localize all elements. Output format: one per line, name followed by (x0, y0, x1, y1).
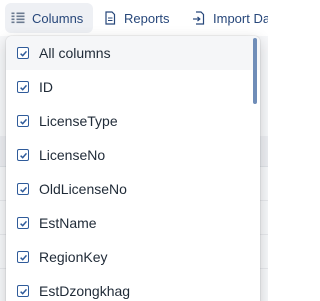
menu-item-label: ID (39, 79, 53, 95)
menu-scrollbar[interactable] (253, 38, 257, 104)
columns-icon (11, 11, 25, 25)
checkbox-checked-icon[interactable] (17, 115, 29, 127)
checkbox-checked-icon[interactable] (17, 183, 29, 195)
menu-item-label: LicenseNo (39, 147, 106, 163)
checkbox-checked-icon[interactable] (17, 217, 29, 229)
menu-item-label: EstName (39, 215, 97, 231)
menu-item-region-key[interactable]: RegionKey (6, 240, 260, 274)
page: Columns Reports Import Data (0, 0, 268, 301)
checkbox-checked-icon[interactable] (17, 47, 29, 59)
reports-button[interactable]: Reports (97, 3, 171, 33)
import-data-button-label: Import Data (213, 10, 268, 26)
menu-item-id[interactable]: ID (6, 70, 260, 104)
menu-item-label: EstDzongkhag (39, 283, 131, 299)
menu-item-old-license-no[interactable]: OldLicenseNo (6, 172, 260, 206)
checkbox-checked-icon[interactable] (17, 149, 29, 161)
menu-item-label: All columns (39, 45, 111, 61)
menu-item-label: LicenseType (39, 113, 118, 129)
columns-button-label: Columns (32, 10, 84, 26)
menu-item-all-columns[interactable]: All columns (6, 36, 260, 70)
menu-item-est-dzongkhag[interactable]: EstDzongkhag (6, 274, 260, 301)
menu-item-license-no[interactable]: LicenseNo (6, 138, 260, 172)
toolbar: Columns Reports Import Data (0, 0, 268, 36)
report-icon (103, 11, 117, 25)
checkbox-checked-icon[interactable] (17, 251, 29, 263)
menu-item-est-name[interactable]: EstName (6, 206, 260, 240)
checkbox-checked-icon[interactable] (17, 81, 29, 93)
menu-item-license-type[interactable]: LicenseType (6, 104, 260, 138)
checkbox-checked-icon[interactable] (17, 285, 29, 297)
import-data-button[interactable]: Import Data (186, 3, 268, 33)
columns-menu: All columns ID LicenseType LicenseNo Old… (6, 36, 260, 301)
menu-item-label: RegionKey (39, 249, 108, 265)
columns-button[interactable]: Columns (5, 3, 93, 33)
import-icon (192, 11, 206, 25)
reports-button-label: Reports (124, 10, 170, 26)
menu-item-label: OldLicenseNo (39, 181, 127, 197)
